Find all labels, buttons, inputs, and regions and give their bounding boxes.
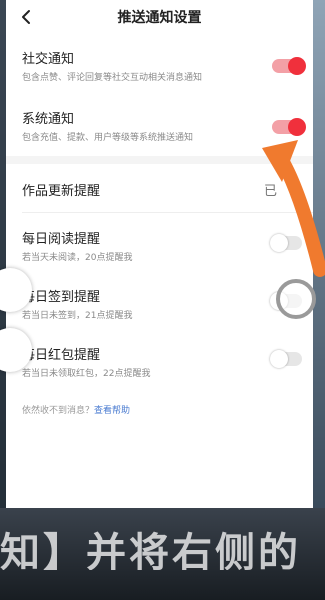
video-caption: 知】并将右侧的 (0, 530, 301, 570)
setting-desc-daily-read: 若当天未阅读，20点提醒我 (22, 253, 133, 263)
setting-label-works-update: 作品更新提醒 (22, 184, 101, 199)
social-toggle[interactable] (272, 57, 306, 75)
toggle-knob (288, 57, 306, 75)
setting-label-daily-redpacket: 每日红包提醒 (22, 348, 101, 363)
setting-row-daily-checkin: 每日签到提醒 若当日未签到，21点提醒我 (6, 280, 313, 330)
help-line: 依然收不到消息？查看帮助 (22, 403, 130, 416)
chevron-left-icon[interactable] (16, 7, 36, 27)
setting-row-social: 社交通知 包含点赞、评论回复等社交互动相关消息通知 (6, 40, 313, 90)
touch-indicator (276, 279, 316, 319)
setting-label-daily-read: 每日阅读提醒 (22, 232, 101, 247)
daily-redpacket-toggle[interactable] (270, 350, 302, 368)
setting-label-daily-checkin: 每日签到提醒 (22, 290, 101, 305)
setting-label-system: 系统通知 (22, 112, 75, 127)
setting-desc-daily-checkin: 若当日未签到，21点提醒我 (22, 311, 133, 321)
help-text: 依然收不到消息？ (22, 406, 95, 416)
setting-row-daily-redpacket: 每日红包提醒 若当日未领取红包，22点提醒我 (6, 338, 313, 388)
page-title: 推送通知设置 (117, 10, 202, 26)
setting-desc-social: 包含点赞、评论回复等社交互动相关消息通知 (22, 73, 203, 83)
toggle-knob (270, 350, 288, 368)
arrow-curve-icon (262, 140, 325, 277)
top-bar: 推送通知设置 (6, 0, 313, 34)
help-link[interactable]: 查看帮助 (94, 406, 130, 416)
setting-desc-system: 包含充值、提款、用户等级等系统推送通知 (22, 133, 194, 143)
setting-desc-daily-redpacket: 若当日未领取红包，22点提醒我 (22, 369, 151, 379)
setting-label-social: 社交通知 (22, 52, 75, 67)
